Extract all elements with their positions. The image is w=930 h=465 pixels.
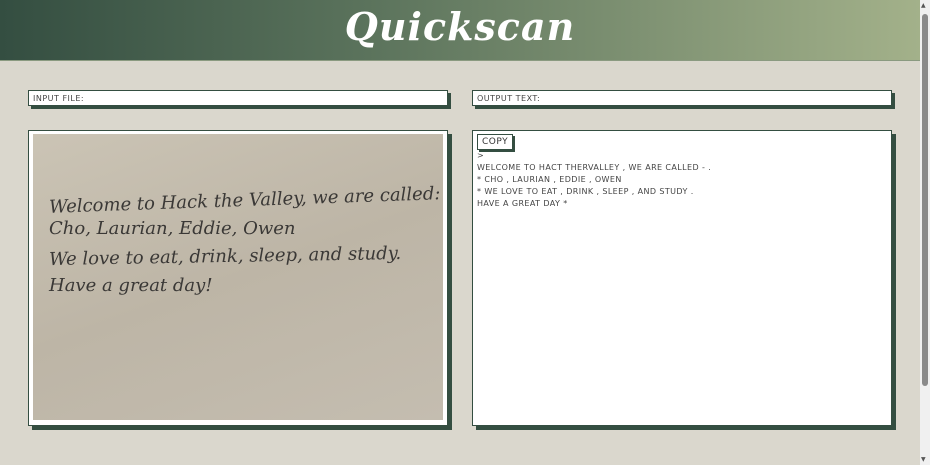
input-file-field[interactable]: INPUT FILE: xyxy=(28,90,448,106)
scanned-image: Welcome to Hack the Valley, we are calle… xyxy=(33,134,443,420)
copy-button[interactable]: COPY xyxy=(477,134,514,150)
app-logo: Quickscan xyxy=(344,4,576,49)
handwriting-line: Welcome to Hack the Valley, we are calle… xyxy=(48,183,441,218)
output-text[interactable]: > WELCOME TO HACT THERVALLEY , WE ARE CA… xyxy=(477,150,711,210)
scroll-up-icon[interactable]: ▲ xyxy=(921,2,926,9)
output-text-field[interactable]: OUTPUT TEXT: xyxy=(472,90,892,106)
output-text-label: OUTPUT TEXT: xyxy=(477,94,541,103)
scrollbar-thumb[interactable] xyxy=(922,14,928,386)
handwriting-line: Have a great day! xyxy=(49,275,213,296)
scroll-down-icon[interactable]: ▼ xyxy=(921,456,926,463)
scrollbar[interactable]: ▲ ▼ xyxy=(920,0,930,465)
input-file-label: INPUT FILE: xyxy=(33,94,85,103)
handwriting-line: We love to eat, drink, sleep, and study. xyxy=(48,242,402,271)
handwriting-line: Cho, Laurian, Eddie, Owen xyxy=(49,218,296,239)
image-panel: Welcome to Hack the Valley, we are calle… xyxy=(28,130,448,426)
header: Quickscan xyxy=(0,0,920,61)
output-panel: COPY > WELCOME TO HACT THERVALLEY , WE A… xyxy=(472,130,892,426)
